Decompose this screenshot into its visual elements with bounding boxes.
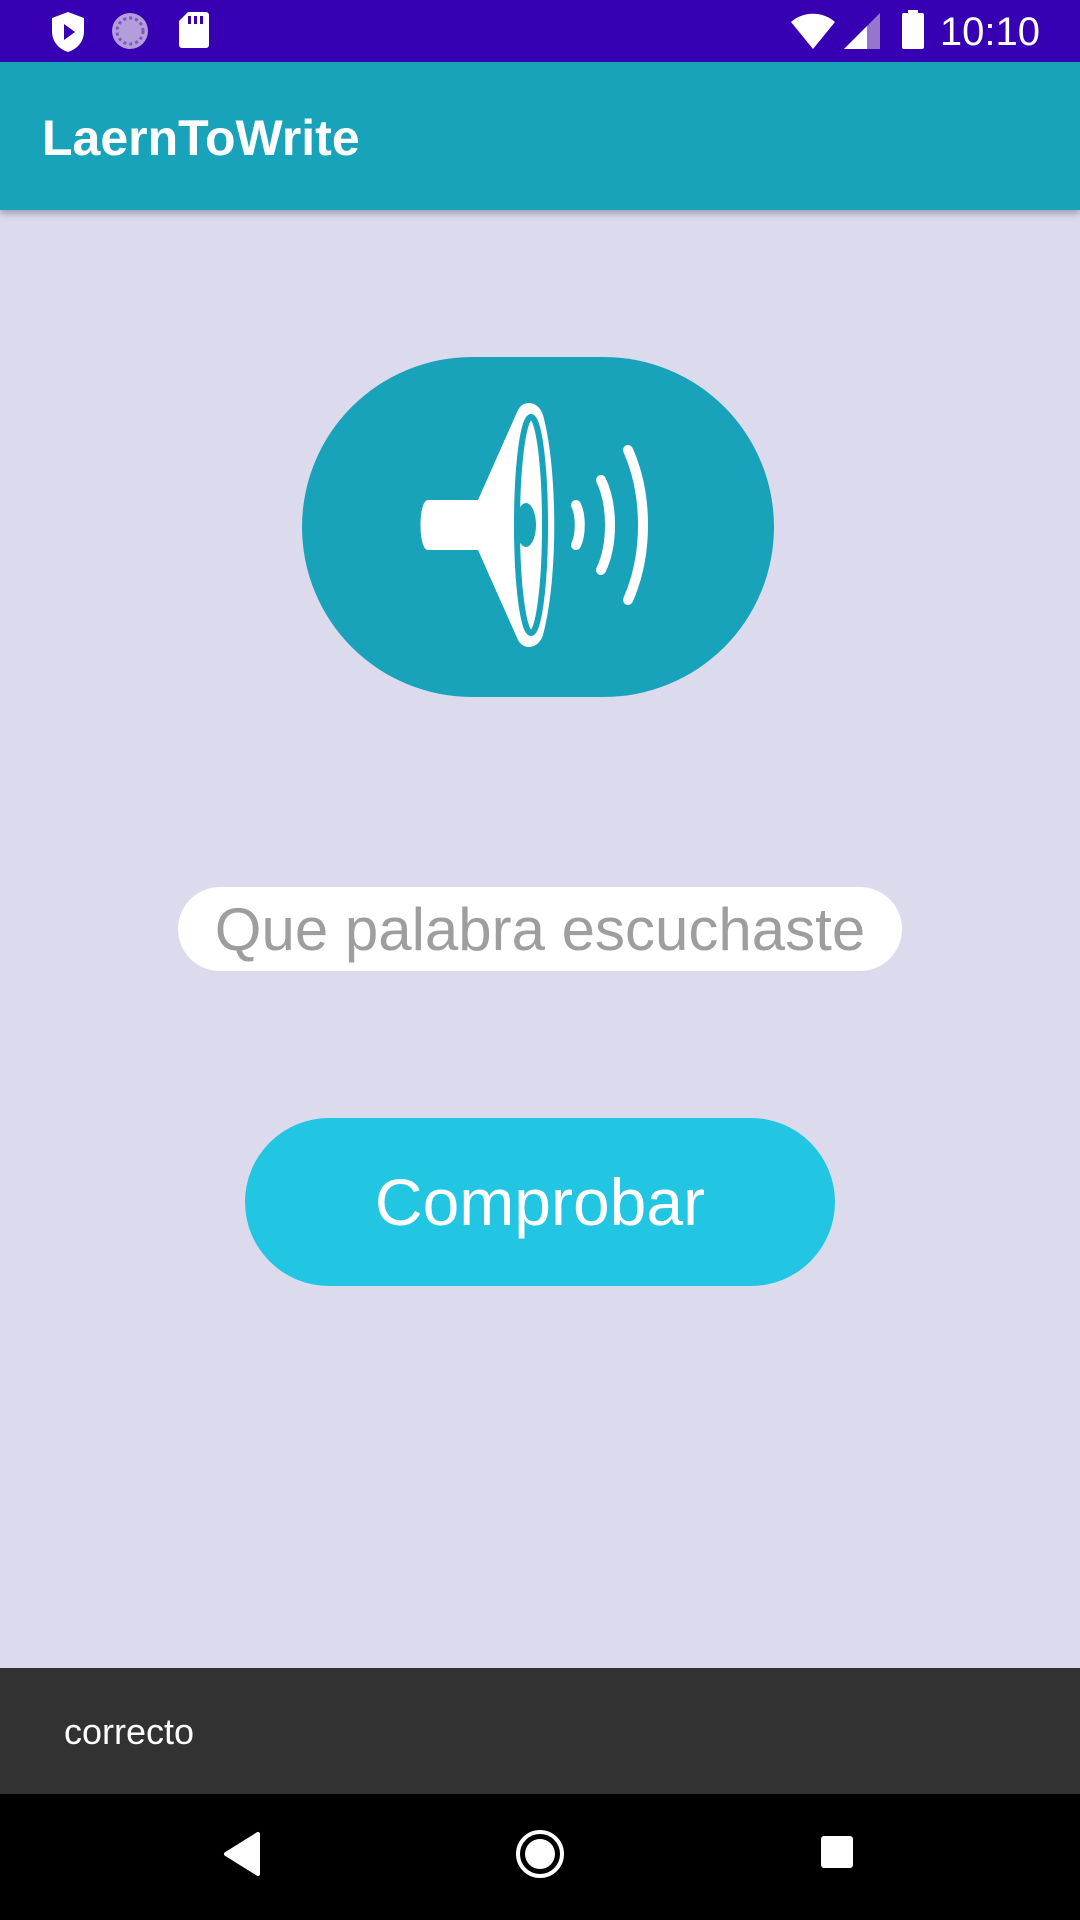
back-icon[interactable] xyxy=(222,1831,262,1882)
check-button-label: Comprobar xyxy=(374,1165,706,1239)
app-title: LaernToWrite xyxy=(42,110,360,166)
check-button[interactable]: Comprobar xyxy=(245,1118,835,1286)
navigation-bar xyxy=(0,1794,1080,1920)
speaker-volume-icon xyxy=(418,400,658,655)
sd-card-icon xyxy=(178,11,210,54)
status-time: 10:10 xyxy=(939,10,1040,54)
status-bar: 10:10 xyxy=(0,0,1080,62)
cell-signal-icon xyxy=(843,12,881,55)
sync-circle-icon xyxy=(110,11,150,56)
battery-icon xyxy=(901,10,925,55)
wifi-icon xyxy=(790,12,836,55)
recents-icon[interactable] xyxy=(820,1835,854,1874)
snackbar-message: correcto xyxy=(64,1711,195,1752)
home-icon[interactable] xyxy=(514,1828,566,1885)
app-bar: LaernToWrite xyxy=(0,62,1080,210)
shield-play-icon xyxy=(50,11,86,58)
snackbar: correcto xyxy=(0,1668,1080,1794)
word-input[interactable] xyxy=(178,887,902,971)
play-sound-button[interactable] xyxy=(302,357,774,697)
